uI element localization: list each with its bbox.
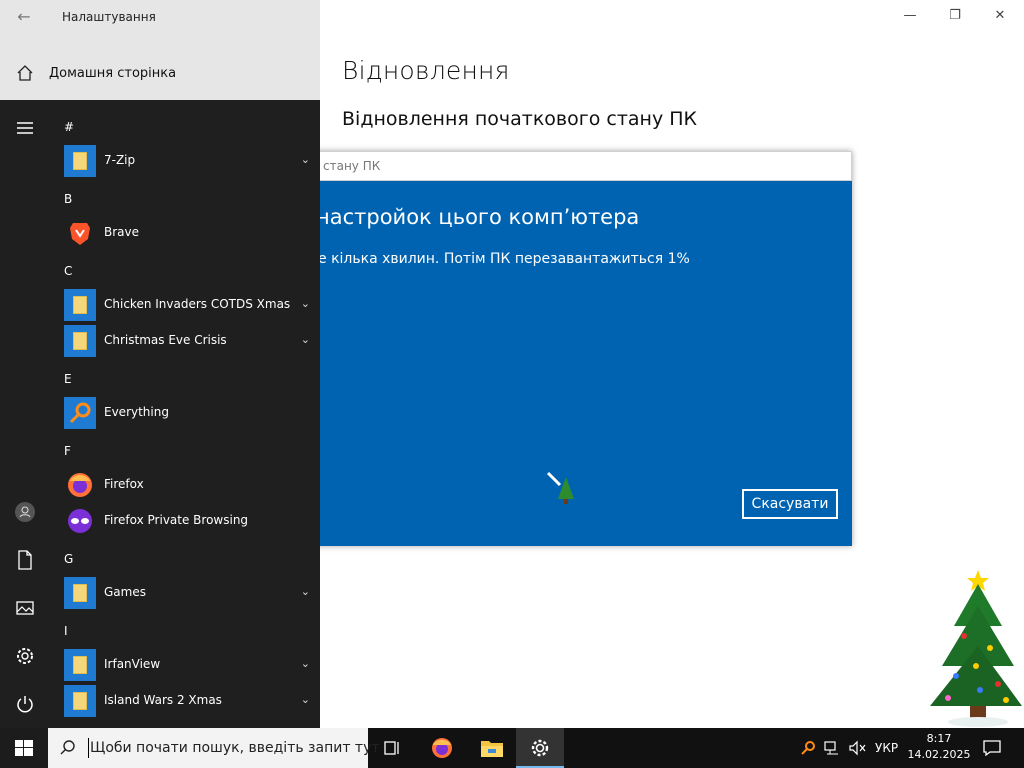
start-menu: # 7-Zip ⌄ B Brave C Chicken Invaders COT… — [0, 100, 320, 728]
folder-icon — [64, 145, 96, 177]
page-title: Відновлення — [342, 56, 510, 85]
list-item[interactable]: IrfanView ⌄ — [64, 648, 310, 682]
list-item[interactable]: 7-Zip ⌄ — [64, 144, 310, 178]
app-label: Firefox — [104, 477, 144, 491]
taskbar-settings-button[interactable] — [516, 728, 564, 768]
app-label: Christmas Eve Crisis — [104, 333, 227, 347]
app-list: # 7-Zip ⌄ B Brave C Chicken Invaders COT… — [50, 100, 320, 728]
minimize-icon[interactable]: — — [900, 6, 920, 26]
search-box[interactable]: Щоби почати пошук, введіть запит тут — [48, 728, 380, 768]
start-button[interactable] — [0, 728, 48, 768]
folder-icon — [64, 649, 96, 681]
section-title: Відновлення початкового стану ПК — [342, 108, 698, 130]
file-explorer-icon — [481, 741, 503, 757]
group-letter[interactable]: # — [64, 120, 74, 134]
sidebar-item-home[interactable]: Домашня сторінка — [0, 58, 320, 90]
chevron-down-icon: ⌄ — [300, 585, 310, 598]
taskbar-firefox-button[interactable] — [418, 728, 466, 768]
reset-dialog: стану ПК настройок цього комп’ютера е кі… — [300, 151, 852, 546]
dialog-title: настройок цього комп’ютера — [316, 205, 640, 229]
app-label: Firefox Private Browsing — [104, 513, 249, 527]
task-view-button[interactable] — [368, 728, 416, 768]
settings-gear-icon[interactable] — [13, 644, 37, 668]
list-item[interactable]: Firefox — [64, 468, 310, 502]
hamburger-menu-icon[interactable] — [13, 116, 37, 140]
brave-icon — [64, 217, 96, 249]
chevron-down-icon: ⌄ — [300, 297, 310, 310]
firefox-icon — [432, 738, 452, 758]
taskbar-explorer-button[interactable] — [468, 728, 516, 768]
close-icon[interactable]: ✕ — [990, 6, 1010, 26]
firefox-private-icon — [64, 505, 96, 537]
app-label: 7-Zip — [104, 153, 136, 167]
text-caret — [88, 738, 89, 758]
cancel-button[interactable]: Скасувати — [742, 489, 838, 519]
chevron-down-icon: ⌄ — [300, 657, 310, 670]
everything-icon[interactable] — [800, 740, 816, 756]
language-indicator[interactable]: УКР — [875, 741, 898, 755]
folder-icon — [64, 577, 96, 609]
app-label: Chicken Invaders COTDS Xmas — [104, 297, 291, 311]
clock-date: 14.02.2025 — [907, 748, 971, 761]
windows-logo-icon — [15, 740, 33, 756]
list-item[interactable]: Firefox Private Browsing — [64, 504, 310, 538]
system-tray: УКР — [798, 728, 908, 768]
network-icon[interactable] — [824, 740, 842, 756]
dialog-bar-title: стану ПК — [323, 159, 381, 173]
dialog-titlebar: стану ПК — [300, 151, 852, 181]
dialog-status: е кілька хвилин. Потім ПК перезавантажит… — [318, 251, 690, 267]
chevron-down-icon: ⌄ — [300, 693, 310, 706]
chevron-down-icon: ⌄ — [300, 153, 310, 166]
list-item[interactable]: Island Wars 2 Xmas ⌄ — [64, 684, 310, 718]
taskbar: Щоби почати пошук, введіть запит тут УКР — [0, 728, 1024, 768]
folder-icon — [64, 325, 96, 357]
list-item[interactable]: Brave — [64, 216, 310, 250]
folder-icon — [64, 685, 96, 717]
group-letter[interactable]: I — [64, 624, 68, 638]
start-rail — [0, 100, 50, 728]
home-icon — [17, 65, 33, 81]
restore-icon[interactable]: ❐ — [945, 6, 965, 26]
search-input[interactable]: Щоби почати пошук, введіть запит тут — [90, 740, 380, 756]
list-item[interactable]: Christmas Eve Crisis ⌄ — [64, 324, 310, 358]
power-icon[interactable] — [13, 692, 37, 716]
home-label: Домашня сторінка — [49, 66, 177, 81]
app-label: IrfanView — [104, 657, 161, 671]
task-view-icon — [384, 741, 399, 755]
group-letter[interactable]: F — [64, 444, 71, 458]
chevron-down-icon: ⌄ — [300, 333, 310, 346]
window-title: Налаштування — [62, 10, 156, 24]
app-label: Brave — [104, 225, 140, 239]
christmas-cursor-icon — [546, 471, 574, 504]
user-account-icon[interactable] — [13, 500, 37, 524]
firefox-icon — [64, 469, 96, 501]
search-icon — [60, 740, 75, 755]
clock-time: 8:17 — [926, 732, 952, 745]
volume-muted-icon[interactable] — [848, 740, 866, 756]
app-label: Island Wars 2 Xmas — [104, 693, 222, 707]
app-label: Games — [104, 585, 146, 599]
clock[interactable]: 8:17 14.02.2025 — [904, 731, 974, 763]
back-arrow-icon[interactable]: ← — [10, 6, 38, 28]
group-letter[interactable]: G — [64, 552, 73, 566]
list-item[interactable]: Games ⌄ — [64, 576, 310, 610]
folder-icon — [64, 289, 96, 321]
notifications-icon[interactable] — [982, 738, 1002, 758]
group-letter[interactable]: E — [64, 372, 72, 386]
christmas-tree-icon — [930, 570, 1022, 727]
group-letter[interactable]: B — [64, 192, 72, 206]
settings-gear-icon — [531, 739, 549, 757]
documents-icon[interactable] — [13, 548, 37, 572]
app-label: Everything — [104, 405, 169, 419]
everything-icon — [64, 397, 96, 429]
list-item[interactable]: Chicken Invaders COTDS Xmas ⌄ — [64, 288, 310, 322]
group-letter[interactable]: C — [64, 264, 72, 278]
pictures-icon[interactable] — [13, 596, 37, 620]
list-item[interactable]: Everything — [64, 396, 310, 430]
